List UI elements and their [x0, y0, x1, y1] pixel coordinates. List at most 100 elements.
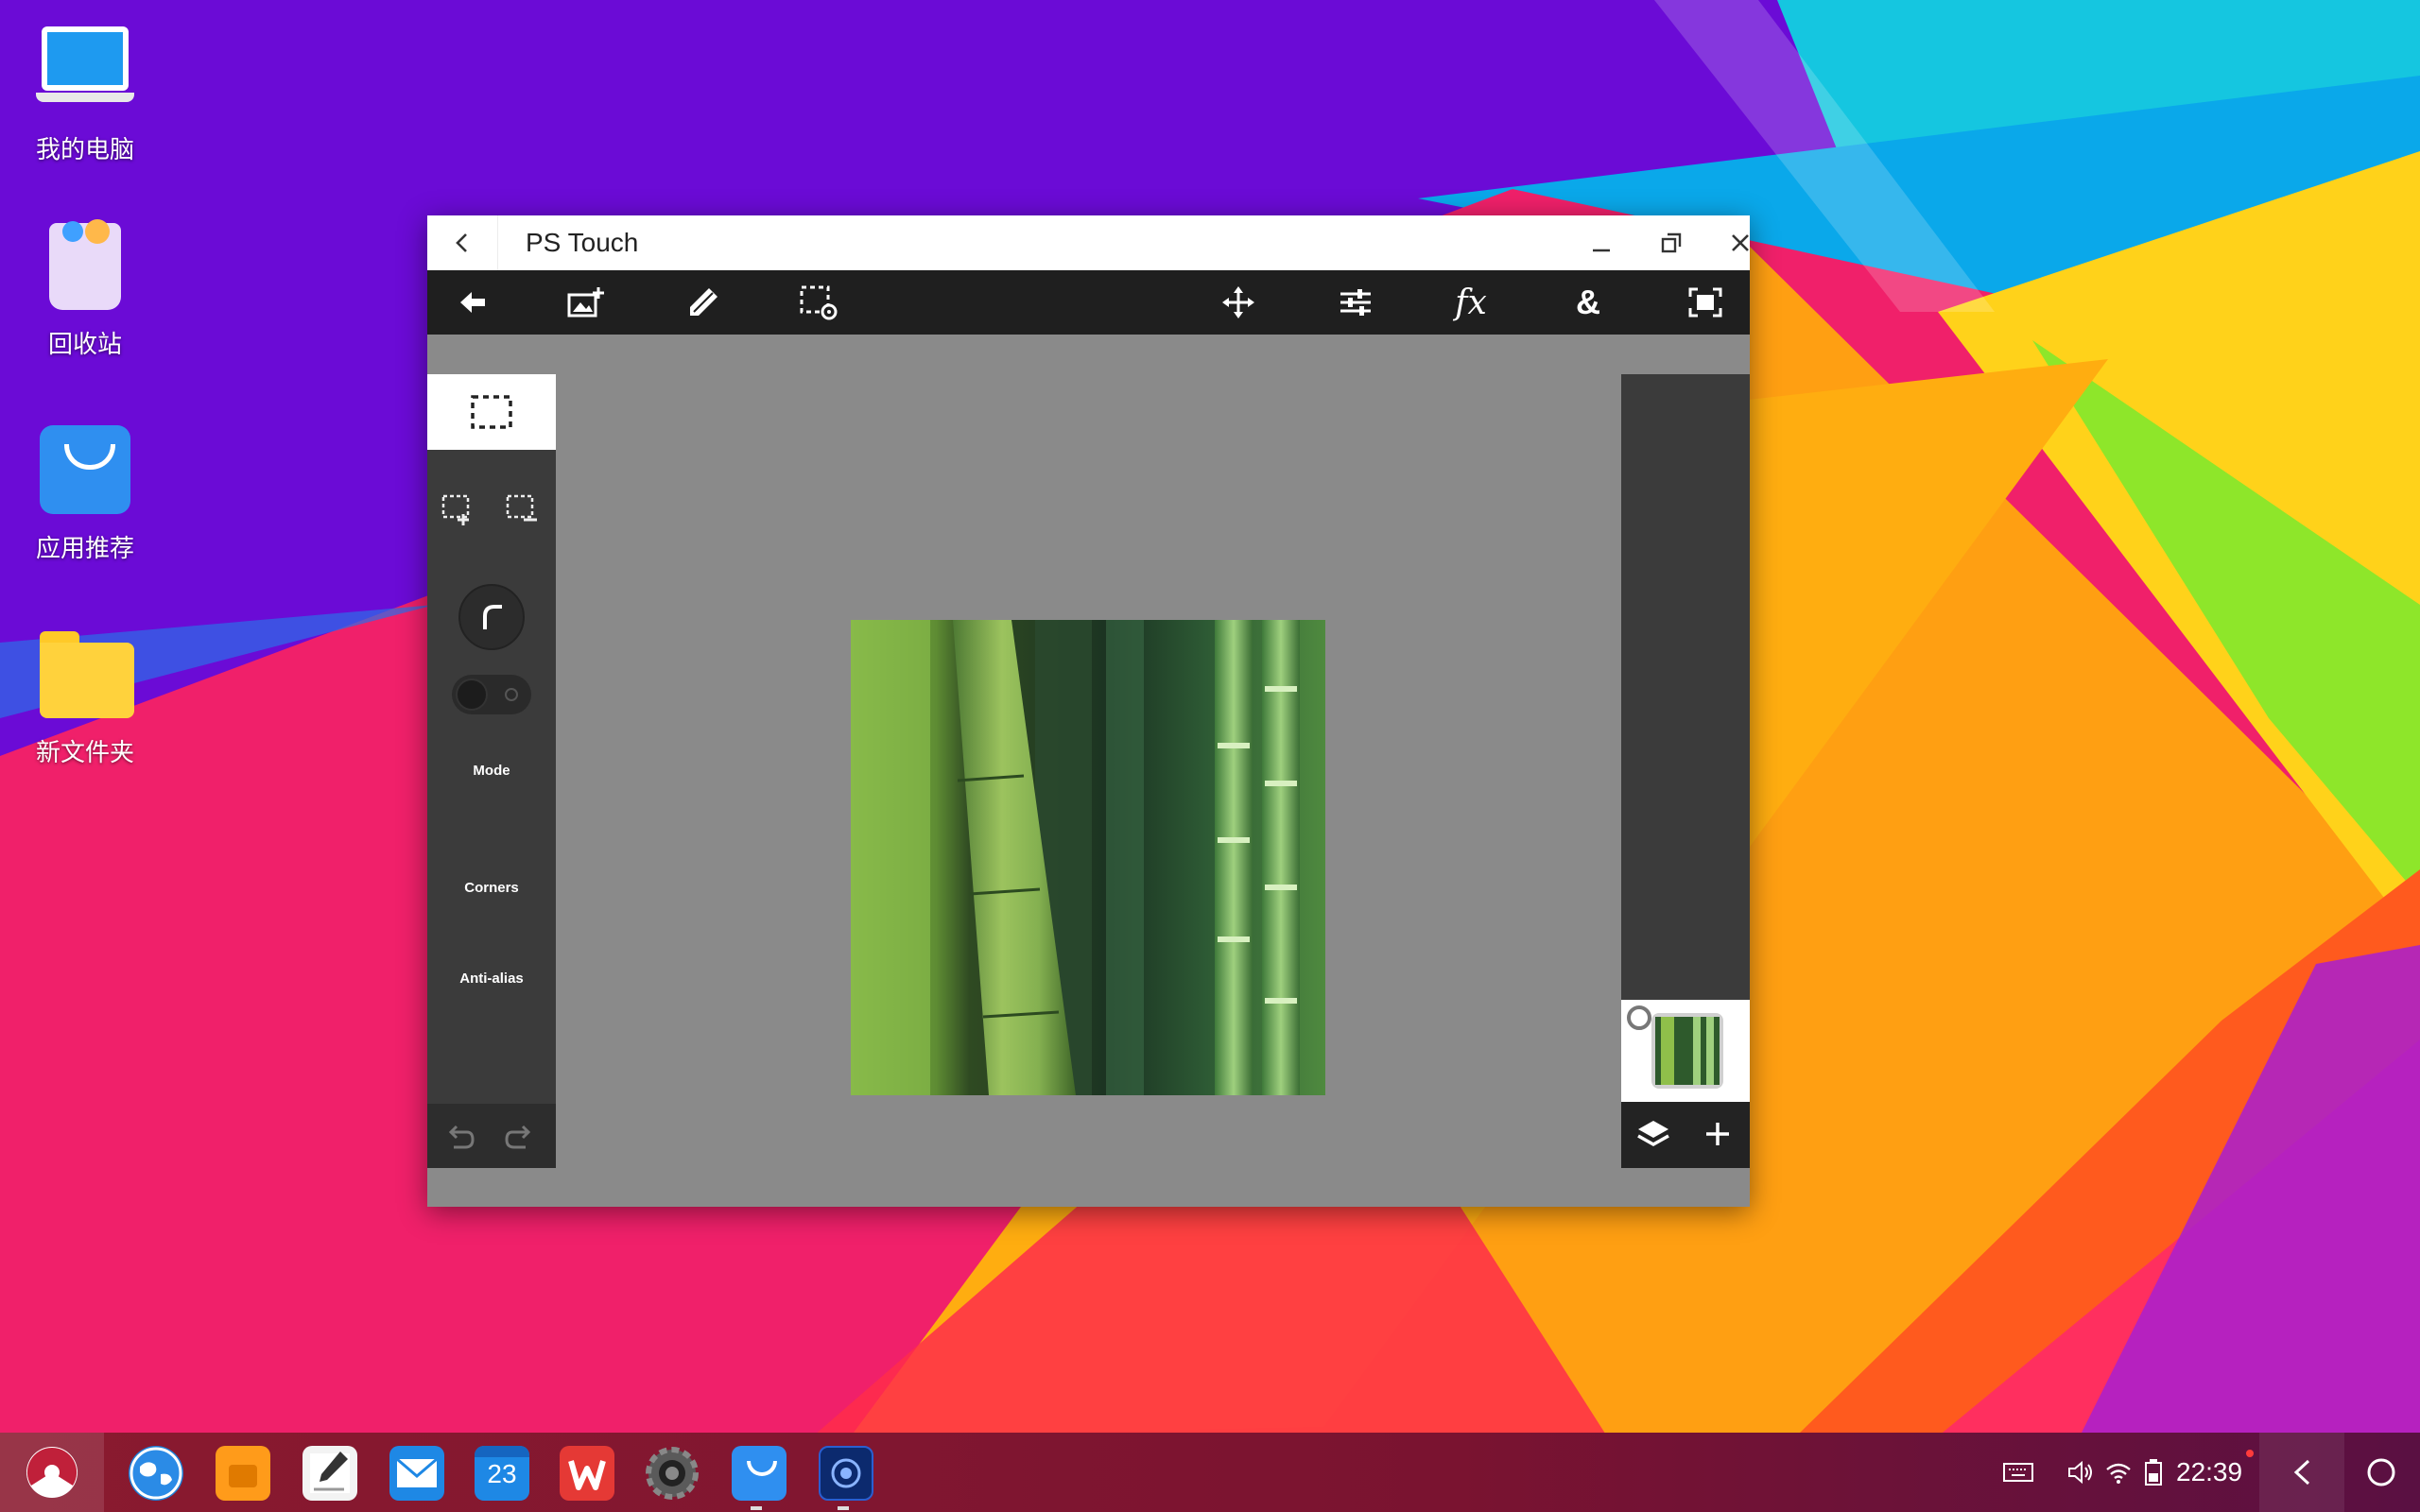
- add-image-icon: [567, 287, 604, 318]
- move-icon: [1222, 286, 1254, 318]
- files-icon[interactable]: [216, 1446, 270, 1501]
- desktop-icon-label: 我的电脑: [35, 136, 134, 164]
- bag-handle-icon: [747, 1461, 777, 1476]
- toggle-knob: [456, 679, 488, 711]
- envelope-icon: [396, 1457, 438, 1487]
- close-button[interactable]: [1712, 215, 1769, 270]
- tool-move-button[interactable]: [1204, 270, 1272, 335]
- nav-home-button[interactable]: [2339, 1433, 2420, 1512]
- folder-icon: [36, 624, 134, 722]
- tool-fx-button[interactable]: fx: [1437, 270, 1505, 335]
- rect-select-tool-tab[interactable]: [427, 374, 556, 450]
- ps-logo-icon: [831, 1458, 861, 1488]
- volume-tray-button[interactable]: [2066, 1433, 2095, 1512]
- fx-icon: fx: [1455, 283, 1487, 322]
- window-back-button[interactable]: [427, 215, 498, 270]
- bamboo-image[interactable]: [851, 620, 1325, 1095]
- shopping-bag-icon: [36, 420, 134, 518]
- keyboard-tray-button[interactable]: [2002, 1433, 2034, 1512]
- antialias-toggle[interactable]: [452, 675, 531, 714]
- toggle-off-indicator: [505, 688, 518, 701]
- start-button[interactable]: [0, 1433, 104, 1512]
- antialias-label: Anti-alias: [459, 971, 524, 987]
- chevron-left-icon: [456, 233, 467, 252]
- wps-icon[interactable]: [560, 1446, 614, 1501]
- wps-w-icon: [568, 1460, 606, 1490]
- ps-touch-icon[interactable]: [819, 1446, 873, 1501]
- selection-subtract-icon: [506, 494, 537, 522]
- corners-dial[interactable]: [458, 584, 525, 650]
- clock-time: 22:39: [2176, 1457, 2243, 1486]
- wifi-tray-button[interactable]: [2104, 1433, 2133, 1512]
- desktop-icon-label: 回收站: [47, 331, 122, 359]
- layers-toolbar: [1621, 1102, 1750, 1168]
- globe-icon: [130, 1447, 182, 1500]
- maximize-button[interactable]: [1643, 215, 1700, 270]
- desktop-icon-label: 新文件夹: [35, 739, 134, 767]
- corners-label: Corners: [464, 880, 519, 896]
- gear-icon: [646, 1447, 699, 1500]
- desktop-icon-recycle-bin[interactable]: 回收站: [19, 215, 151, 360]
- nav-back-button[interactable]: [2259, 1433, 2344, 1512]
- settings-icon[interactable]: [645, 1446, 700, 1501]
- tool-options-panel: Mode Corners Anti-alias: [427, 374, 556, 1168]
- mode-add-button[interactable]: [441, 493, 478, 525]
- tool-selection-settings-button[interactable]: [785, 270, 853, 335]
- speaker-icon: [2068, 1460, 2092, 1485]
- window-titlebar: PS Touch: [427, 215, 1750, 270]
- battery-icon: [2145, 1459, 2162, 1486]
- desktop-icon-new-folder[interactable]: 新文件夹: [19, 624, 151, 768]
- mode-label: Mode: [473, 763, 510, 779]
- running-indicator: [838, 1506, 849, 1510]
- layers-panel: [1621, 374, 1750, 1168]
- adjustments-icon: [1340, 289, 1371, 316]
- desktop-icon-my-computer[interactable]: 我的电脑: [19, 21, 151, 165]
- tool-fit-screen-button[interactable]: [1671, 270, 1739, 335]
- keyboard-icon: [2003, 1463, 2033, 1482]
- layer-visibility-toggle[interactable]: [1627, 1005, 1651, 1030]
- tool-adjustments-button[interactable]: [1322, 270, 1390, 335]
- running-indicator: [751, 1506, 762, 1510]
- layer-thumbnail: [1651, 1013, 1723, 1089]
- app-store-icon[interactable]: [732, 1446, 786, 1501]
- ps-touch-window: PS Touch fx & Mode Corners Anti-alias: [427, 215, 1750, 1207]
- layers-icon: [1637, 1121, 1669, 1147]
- editor-toolbar: fx &: [427, 270, 1750, 335]
- fit-screen-icon: [1688, 287, 1722, 318]
- rounded-corner-icon: [483, 605, 502, 629]
- undo-button[interactable]: [442, 1119, 480, 1153]
- start-logo-icon: [26, 1447, 78, 1498]
- tool-blend-button[interactable]: &: [1554, 270, 1622, 335]
- add-layer-button[interactable]: [1699, 1115, 1737, 1153]
- redo-button[interactable]: [503, 1119, 541, 1153]
- tool-brush-button[interactable]: [669, 270, 737, 335]
- desktop-icon-label: 应用推荐: [35, 535, 134, 563]
- minimize-button[interactable]: [1573, 215, 1630, 270]
- tool-back-button[interactable]: [439, 270, 507, 335]
- redo-icon: [505, 1125, 531, 1149]
- browser-icon[interactable]: [129, 1446, 183, 1501]
- window-title: PS Touch: [526, 228, 639, 257]
- undo-redo-bar: [427, 1104, 556, 1168]
- mode-subtract-button[interactable]: [505, 493, 543, 525]
- notification-dot: [2246, 1450, 2254, 1457]
- tool-add-image-button[interactable]: [552, 270, 620, 335]
- notes-icon[interactable]: [302, 1446, 357, 1501]
- layer-thumbnail-image: [1655, 1017, 1720, 1085]
- wifi-icon: [2106, 1463, 2131, 1484]
- nav-home-icon: [2367, 1458, 2395, 1486]
- taskbar: 23 22:39: [0, 1433, 2420, 1512]
- trash-bin-icon: [36, 215, 134, 314]
- mail-icon[interactable]: [389, 1446, 444, 1501]
- layer-item[interactable]: [1621, 1000, 1750, 1102]
- layers-button[interactable]: [1634, 1115, 1672, 1153]
- minimize-icon: [1593, 249, 1610, 252]
- nav-back-icon: [2293, 1459, 2310, 1486]
- undo-icon: [448, 1125, 475, 1149]
- battery-tray-button[interactable]: [2144, 1433, 2163, 1512]
- calendar-icon[interactable]: 23: [475, 1446, 529, 1501]
- calendar-day: 23: [487, 1459, 517, 1488]
- back-arrow-icon: [460, 292, 485, 313]
- desktop-icon-app-store[interactable]: 应用推荐: [19, 420, 151, 564]
- clock[interactable]: 22:39: [2176, 1433, 2242, 1512]
